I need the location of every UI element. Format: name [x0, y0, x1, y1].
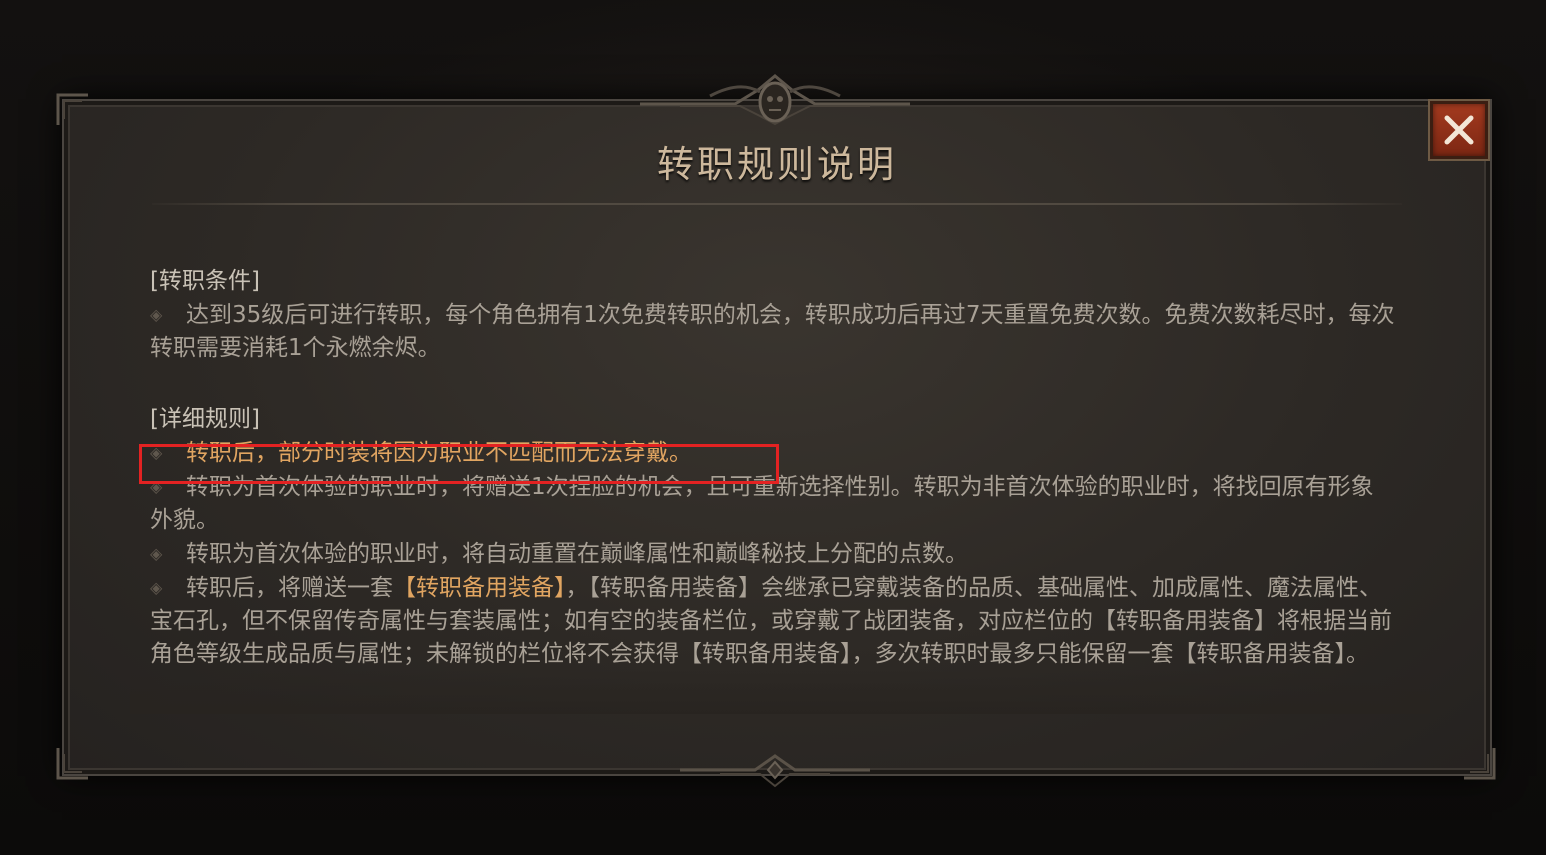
corner-ornament-icon [56, 93, 88, 125]
diamond-bullet-icon: ◈ [150, 544, 163, 563]
rule-text: 转职为首次体验的职业时，将自动重置在巅峰属性和巅峰秘技上分配的点数。 [186, 541, 968, 567]
diamond-bullet-icon: ◈ [150, 305, 163, 324]
title-divider [152, 203, 1402, 205]
bottom-ornament-icon [680, 754, 870, 788]
corner-ornament-icon [1464, 748, 1496, 780]
rule-paragraph: ◈ 达到35级后可进行转职，每个角色拥有1次免费转职的机会，转职成功后再过7天重置… [150, 298, 1395, 365]
rule-paragraph-highlighted: ◈ 转职后，部分时装将因为职业不匹配而无法穿戴。 [150, 436, 1395, 470]
corner-ornament-icon [56, 748, 88, 780]
rule-paragraph: ◈ 转职为首次体验的职业时，将自动重置在巅峰属性和巅峰秘技上分配的点数。 [150, 537, 1395, 571]
rule-text: 达到35级后可进行转职，每个角色拥有1次免费转职的机会，转职成功后再过7天重置免… [150, 302, 1395, 361]
diamond-bullet-icon: ◈ [150, 443, 163, 462]
dialog-title: 转职规则说明 [657, 143, 897, 186]
equipment-set-name: 【转职备用装备】 [393, 575, 566, 601]
diamond-bullet-icon: ◈ [150, 477, 163, 496]
rule-text: 转职后，将赠送一套 [186, 575, 393, 601]
top-ornament-icon [640, 74, 910, 126]
rule-text: 转职后，部分时装将因为职业不匹配而无法穿戴。 [186, 440, 692, 466]
rule-paragraph: ◈ 转职后，将赠送一套【转职备用装备】，【转职备用装备】会继承已穿戴装备的品质、基… [150, 571, 1395, 671]
rules-content: [转职条件] ◈ 达到35级后可进行转职，每个角色拥有1次免费转职的机会，转职成功… [150, 265, 1395, 671]
rule-text: 转职为首次体验的职业时，将赠送1次捏脸的机会，且可重新选择性别。转职为非首次体验… [150, 474, 1374, 533]
rule-paragraph: ◈ 转职为首次体验的职业时，将赠送1次捏脸的机会，且可重新选择性别。转职为非首次体… [150, 470, 1395, 537]
section-heading-details: [详细规则] [150, 406, 260, 432]
section-heading-conditions: [转职条件] [150, 268, 260, 294]
diamond-bullet-icon: ◈ [150, 578, 163, 597]
